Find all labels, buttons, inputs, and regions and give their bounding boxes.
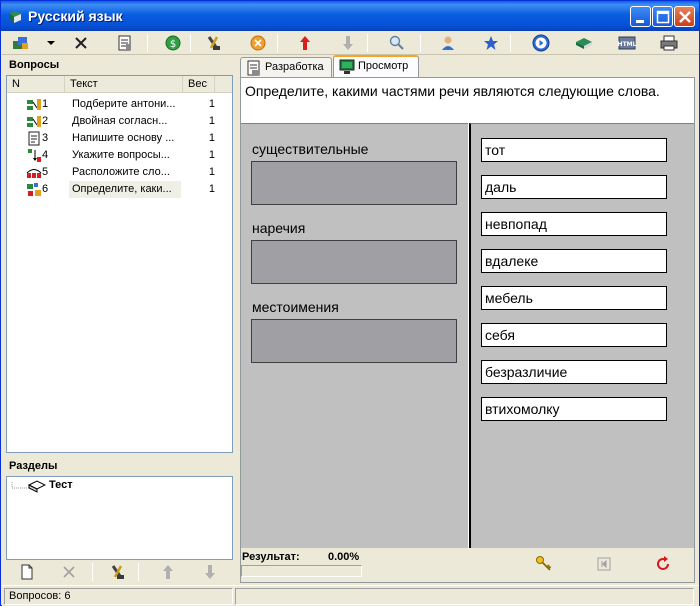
svg-text:HTML: HTML (618, 41, 636, 48)
category-label: существительные (252, 141, 369, 157)
print-icon[interactable] (658, 33, 680, 53)
question-row[interactable]: 3 Напишите основу ... 1 (7, 130, 231, 147)
tab-preview-label: Просмотр (358, 60, 409, 72)
column-weight[interactable]: Вес (183, 76, 215, 92)
tools-icon[interactable] (203, 33, 225, 53)
window-title: Русский язык (28, 8, 123, 24)
tab-develop[interactable]: Разработка (240, 57, 332, 77)
result-progress (241, 565, 362, 577)
minimize-button[interactable] (630, 6, 651, 27)
question-row[interactable]: 1 Подберите антони... 1 (7, 96, 231, 113)
column-n[interactable]: N (7, 76, 65, 92)
question-row[interactable]: 2 Двойная согласн... 1 (7, 113, 231, 130)
list-header: N Текст Вес (7, 76, 232, 93)
delete-section-icon[interactable] (58, 562, 80, 582)
questions-list[interactable]: N Текст Вес 1 Подберите антони... 1 2 Дв… (6, 75, 233, 453)
question-row-selected[interactable]: 6 Определите, каки... 1 (7, 181, 231, 198)
section-book-icon (28, 480, 46, 493)
category-label: местоимения (252, 299, 339, 315)
maximize-button[interactable] (652, 6, 673, 27)
question-row[interactable]: 4 Укажите вопросы... 1 (7, 147, 231, 164)
main-window: Русский язык $ HTML Вопросы N Текст Вес … (0, 0, 700, 606)
category-drop-zone[interactable] (251, 319, 457, 363)
word-card[interactable]: мебель (481, 286, 667, 310)
categories-area: существительные наречия местоимения (241, 123, 468, 548)
book-icon (9, 11, 21, 23)
words-area: тот даль невпопад вдалеке мебель себя бе… (469, 123, 694, 548)
word-card[interactable]: тот (481, 138, 667, 162)
title-bar[interactable]: Русский язык (1, 1, 699, 31)
matching-icon (27, 116, 41, 127)
play-icon[interactable] (530, 33, 552, 53)
main-toolbar: $ HTML (2, 31, 699, 55)
question-text: Определите, какими частями речи являются… (241, 78, 694, 122)
user-icon[interactable] (437, 33, 459, 53)
question-row[interactable]: 5 Расположите сло... 1 (7, 164, 231, 181)
questions-label: Вопросы (9, 59, 60, 71)
result-bar: Результат: 0.00% (241, 548, 694, 582)
word-card[interactable]: вдалеке (481, 249, 667, 273)
book-icon[interactable] (573, 33, 595, 53)
delete-icon[interactable] (70, 33, 92, 53)
svg-text:$: $ (170, 39, 176, 50)
classification-icon (27, 183, 41, 196)
star-icon[interactable] (480, 33, 502, 53)
sections-label: Разделы (9, 460, 58, 472)
tab-develop-label: Разработка (265, 61, 324, 73)
dropdown-arrow-icon[interactable] (44, 33, 58, 53)
matching-icon (27, 99, 41, 110)
search-icon[interactable] (386, 33, 408, 53)
tab-preview[interactable]: Просмотр (333, 55, 419, 78)
status-message (235, 588, 694, 605)
ordering-icon (28, 149, 41, 162)
word-card[interactable]: себя (481, 323, 667, 347)
refresh-icon[interactable] (652, 554, 674, 574)
html-icon[interactable]: HTML (616, 33, 638, 53)
word-card[interactable]: даль (481, 175, 667, 199)
add-question-icon[interactable] (10, 33, 32, 53)
column-text[interactable]: Текст (65, 76, 183, 92)
sections-tree[interactable]: Тест (6, 476, 233, 560)
preview-panel: Определите, какими частями речи являются… (240, 77, 695, 583)
text-entry-icon (28, 131, 40, 146)
monitor-icon (339, 59, 355, 74)
section-root-label[interactable]: Тест (49, 479, 73, 491)
sections-toolbar (6, 560, 233, 584)
develop-tab-icon (247, 60, 260, 76)
properties-icon[interactable] (114, 33, 136, 53)
move-up-icon[interactable] (294, 33, 316, 53)
section-up-icon[interactable] (157, 562, 179, 582)
result-value: 0.00% (328, 551, 360, 563)
new-section-icon[interactable] (16, 562, 38, 582)
category-drop-zone[interactable] (251, 240, 457, 284)
skip-icon[interactable] (593, 554, 615, 574)
key-icon[interactable] (533, 554, 555, 574)
stop-icon[interactable] (247, 33, 269, 53)
result-label: Результат: (242, 551, 300, 563)
section-down-icon[interactable] (199, 562, 221, 582)
word-card[interactable]: втихомолку (481, 397, 667, 421)
sequence-icon (26, 169, 42, 178)
status-bar: Вопросов: 6 (2, 585, 699, 606)
close-window-button[interactable] (674, 6, 695, 27)
word-card[interactable]: невпопад (481, 212, 667, 236)
move-down-icon[interactable] (337, 33, 359, 53)
word-card[interactable]: безразличие (481, 360, 667, 384)
category-drop-zone[interactable] (251, 161, 457, 205)
question-count: Вопросов: 6 (4, 588, 233, 605)
category-label: наречия (252, 220, 306, 236)
green-circle-icon[interactable]: $ (162, 33, 184, 53)
section-tools-icon[interactable] (107, 562, 129, 582)
